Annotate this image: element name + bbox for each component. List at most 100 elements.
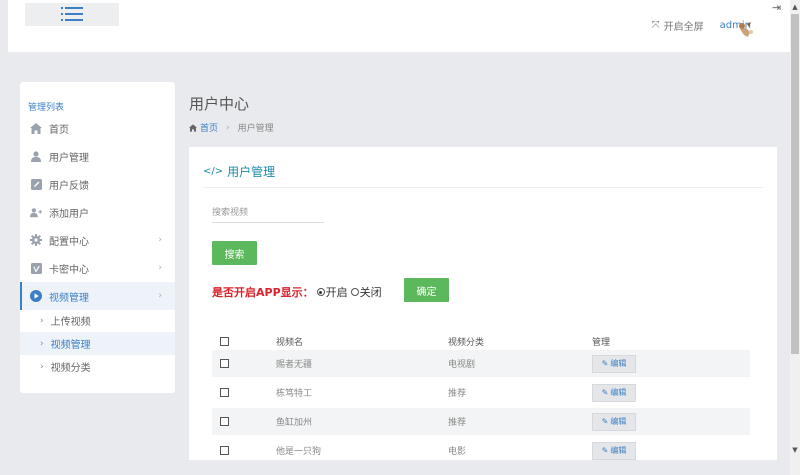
user-icon [30,150,42,162]
cell-video-name: 他是一只狗 [276,447,322,457]
menu-toggle-button[interactable] [25,3,119,26]
hamburger-icon [61,7,83,22]
cell-video-name: 赐者无疆 [276,360,313,370]
table-row: 赐者无疆 电视剧 ✎ 编辑 [212,350,750,377]
expand-icon: ⤧ [651,19,660,31]
sidebar-item-add-user[interactable]: 添加用户 [20,198,175,226]
sidebar: 管理列表 首页 用户管理 用户反馈 添加用户 配置中心 › 卡密中心 › 视频管… [20,82,175,393]
confirm-button[interactable]: 确定 [404,278,449,302]
sidebar-item-feedback[interactable]: 用户反馈 [20,170,175,198]
sidebar-subitem-video-management[interactable]: › 视频管理 [20,332,175,355]
top-header: ⤧ 开启全屏 admin ⇥ [8,0,791,52]
home-icon [189,123,197,132]
cell-manage: ✎ 编辑 [592,350,636,377]
chevron-right-icon: › [158,291,162,301]
edit-button-label: 编辑 [610,446,627,455]
sidebar-subitem-label: 视频分类 [50,363,91,374]
cell-video-category: 电影 [448,447,467,457]
chevron-right-icon: › [158,235,162,245]
breadcrumb-home-label: 首页 [200,124,219,134]
sidebar-item-config-center[interactable]: 配置中心 › [20,226,175,254]
chevron-right-icon: › [40,315,44,326]
radio-off[interactable]: 关闭 [350,284,382,300]
edit-button-label: 编辑 [610,417,627,426]
sidebar-subitem-video-category[interactable]: › 视频分类 [20,355,175,378]
scroll-up-arrow-icon[interactable]: ▲ [790,0,800,14]
search-input[interactable] [212,203,324,223]
sidebar-item-label: 首页 [49,124,69,136]
fullscreen-button[interactable]: ⤧ 开启全屏 [652,18,704,33]
sidebar-subitem-label: 视频管理 [50,340,91,351]
gear-icon [30,234,42,246]
checkbox-icon [220,417,229,426]
avatar[interactable] [736,20,756,38]
chevron-right-icon: › [40,338,44,349]
edit-button[interactable]: ✎ 编辑 [592,441,636,460]
search-button[interactable]: 搜索 [212,241,257,265]
breadcrumb-home[interactable]: 首页 [189,121,218,134]
sidebar-subitem-upload-video[interactable]: › 上传视频 [20,309,175,332]
checkbox-icon [220,446,229,455]
code-icon: </> [203,166,224,177]
row-checkbox[interactable] [220,379,229,406]
checkbox-icon [220,359,229,368]
row-checkbox[interactable] [220,350,229,377]
home-icon [30,122,42,134]
breadcrumb-current: 用户管理 [237,124,274,134]
chevron-right-icon: › [40,361,44,372]
sidebar-item-label: 用户管理 [49,152,89,164]
sidebar-item-card-center[interactable]: 卡密中心 › [20,254,175,282]
radio-off-label: 关闭 [359,286,382,299]
sidebar-item-label: 添加用户 [49,208,89,220]
sidebar-item-label: 用户反馈 [49,180,89,192]
logout-icon[interactable]: ⇥ [772,2,784,14]
table-row: 他是一只狗 电影 ✎ 编辑 [212,437,750,460]
radio-on[interactable]: 开启 [316,284,348,300]
edit-icon [30,178,42,190]
edit-button[interactable]: ✎ 编辑 [592,412,636,431]
radio-unselected-icon [350,288,359,296]
row-checkbox[interactable] [220,437,229,460]
edit-button[interactable]: ✎ 编辑 [592,354,636,373]
app-display-label: 是否开启APP显示： [212,286,314,299]
cell-manage: ✎ 编辑 [592,379,636,406]
chevron-right-icon: › [158,263,162,273]
edit-button-label: 编辑 [610,359,627,368]
play-circle-icon [30,290,42,302]
sidebar-title: 管理列表 [28,103,65,113]
sidebar-subitem-label: 上传视频 [50,317,91,328]
card-title: </> 用户管理 [203,163,275,180]
edit-icon: ✎ [601,417,609,426]
card-title-text: 用户管理 [227,165,276,179]
edit-icon: ✎ [601,446,609,455]
edit-button[interactable]: ✎ 编辑 [592,383,636,402]
cell-video-category: 电视剧 [448,360,476,370]
sidebar-item-video-management[interactable]: 视频管理 › [20,282,175,310]
vimeo-icon [30,262,42,274]
table-row: 鱼缸加州 推荐 ✎ 编辑 [212,408,750,435]
sidebar-item-label: 卡密中心 [49,264,89,276]
edit-icon: ✎ [601,388,609,397]
sidebar-item-home[interactable]: 首页 [20,114,175,142]
cell-video-name: 鱼缸加州 [276,418,313,428]
sidebar-item-label: 视频管理 [49,292,89,304]
scroll-down-arrow-icon[interactable]: ▼ [790,443,800,457]
breadcrumb-separator: › [226,122,230,133]
fullscreen-label: 开启全屏 [663,22,704,33]
divider [203,187,763,188]
sidebar-item-user-management[interactable]: 用户管理 [20,142,175,170]
cell-video-name: 栋笃特工 [276,389,313,399]
app-display-toggle-row: 是否开启APP显示： 开启 关闭 [212,284,382,300]
breadcrumb: 首页 › 用户管理 [189,121,274,134]
cell-manage: ✎ 编辑 [592,408,636,435]
table-row: 栋笃特工 推荐 ✎ 编辑 [212,379,750,406]
page-scrollbar[interactable]: ▲ ▼ [790,0,800,475]
radio-on-label: 开启 [325,286,348,299]
cell-video-category: 推荐 [448,389,467,399]
row-checkbox[interactable] [220,408,229,435]
page-title: 用户中心 [189,95,250,113]
scroll-thumb[interactable] [791,14,799,354]
edit-icon: ✎ [601,359,609,368]
content-card: </> 用户管理 搜索 是否开启APP显示： 开启 关闭 确定 视频名 视频分类… [189,147,777,460]
cell-manage: ✎ 编辑 [592,437,636,460]
